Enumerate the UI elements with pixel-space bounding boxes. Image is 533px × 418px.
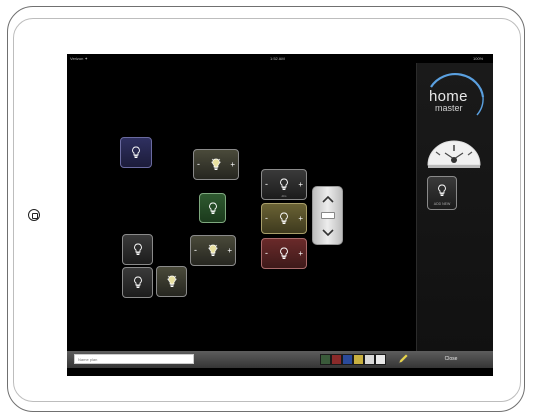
pencil-icon[interactable]	[397, 353, 409, 365]
add-device-tile[interactable]: ADD NEW	[427, 176, 457, 210]
close-button[interactable]: Close	[427, 353, 475, 365]
battery-text: 100%	[473, 56, 484, 61]
home-button[interactable]	[28, 209, 40, 221]
sidebar: home master ADD NEW	[416, 63, 493, 351]
dimmer-tile[interactable]: - + dim	[261, 169, 307, 200]
bulb-icon	[280, 212, 288, 224]
lit-bulb-icon	[208, 244, 218, 256]
dim-down-button[interactable]: -	[197, 159, 200, 169]
lit-bulb-icon	[166, 275, 177, 287]
light-tile[interactable]	[120, 137, 152, 168]
light-tile[interactable]	[156, 266, 187, 297]
dim-down-button[interactable]: -	[194, 245, 197, 255]
dim-up-button[interactable]: +	[298, 214, 303, 223]
shade-updown-control[interactable]	[312, 186, 343, 245]
dim-up-button[interactable]: +	[298, 180, 303, 189]
chevron-down-icon[interactable]	[322, 229, 334, 237]
add-device-label: ADD NEW	[433, 202, 451, 206]
logo-word: home	[429, 88, 468, 105]
dimmer-tile[interactable]: - +	[261, 238, 307, 269]
bulb-icon	[208, 202, 217, 214]
dim-up-button[interactable]: +	[227, 246, 232, 255]
dim-down-button[interactable]: -	[265, 248, 268, 258]
bulb-icon	[132, 146, 140, 158]
dimmer-tile[interactable]: - +	[261, 203, 307, 234]
bulb-icon	[280, 247, 288, 259]
shade-handle[interactable]	[321, 212, 335, 219]
dim-up-button[interactable]: +	[298, 249, 303, 258]
color-swatch-gray[interactable]	[364, 354, 375, 365]
dim-up-button[interactable]: +	[230, 160, 235, 169]
light-tile[interactable]	[122, 234, 153, 265]
color-swatch-yellow[interactable]	[353, 354, 364, 365]
color-swatch-green[interactable]	[320, 354, 331, 365]
app-screen: Verizon ✦ 1:52 AM 100% - + - + - + dim -…	[67, 54, 493, 376]
dim-down-button[interactable]: -	[265, 179, 268, 189]
logo-subword: master	[435, 103, 463, 113]
status-bar: Verizon ✦ 1:52 AM 100%	[67, 54, 493, 63]
tile-label: dim	[281, 194, 287, 198]
chevron-up-icon[interactable]	[322, 195, 334, 203]
light-tile[interactable]	[122, 267, 153, 298]
screen-bottom-edge	[67, 368, 493, 376]
dimmer-dial-icon[interactable]	[425, 139, 483, 169]
bulb-icon	[280, 178, 288, 190]
dimmer-tile[interactable]: - +	[193, 149, 239, 180]
carrier-text: Verizon ✦	[70, 56, 88, 61]
bulb-icon	[438, 184, 446, 196]
bulb-icon	[133, 276, 142, 288]
bottom-toolbar: Close	[67, 351, 493, 368]
color-swatch-red[interactable]	[331, 354, 342, 365]
color-swatch-blue[interactable]	[342, 354, 353, 365]
bulb-icon	[133, 243, 142, 255]
dimmer-tile[interactable]: - +	[190, 235, 236, 266]
lit-bulb-icon	[211, 158, 221, 170]
dim-down-button[interactable]: -	[265, 213, 268, 223]
color-swatch-white[interactable]	[375, 354, 386, 365]
clock-text: 1:52 AM	[270, 56, 285, 61]
floor-plan-canvas[interactable]: - + - + - + dim - + - +	[67, 63, 416, 351]
plan-name-input[interactable]	[74, 354, 194, 364]
light-tile[interactable]	[199, 193, 226, 223]
